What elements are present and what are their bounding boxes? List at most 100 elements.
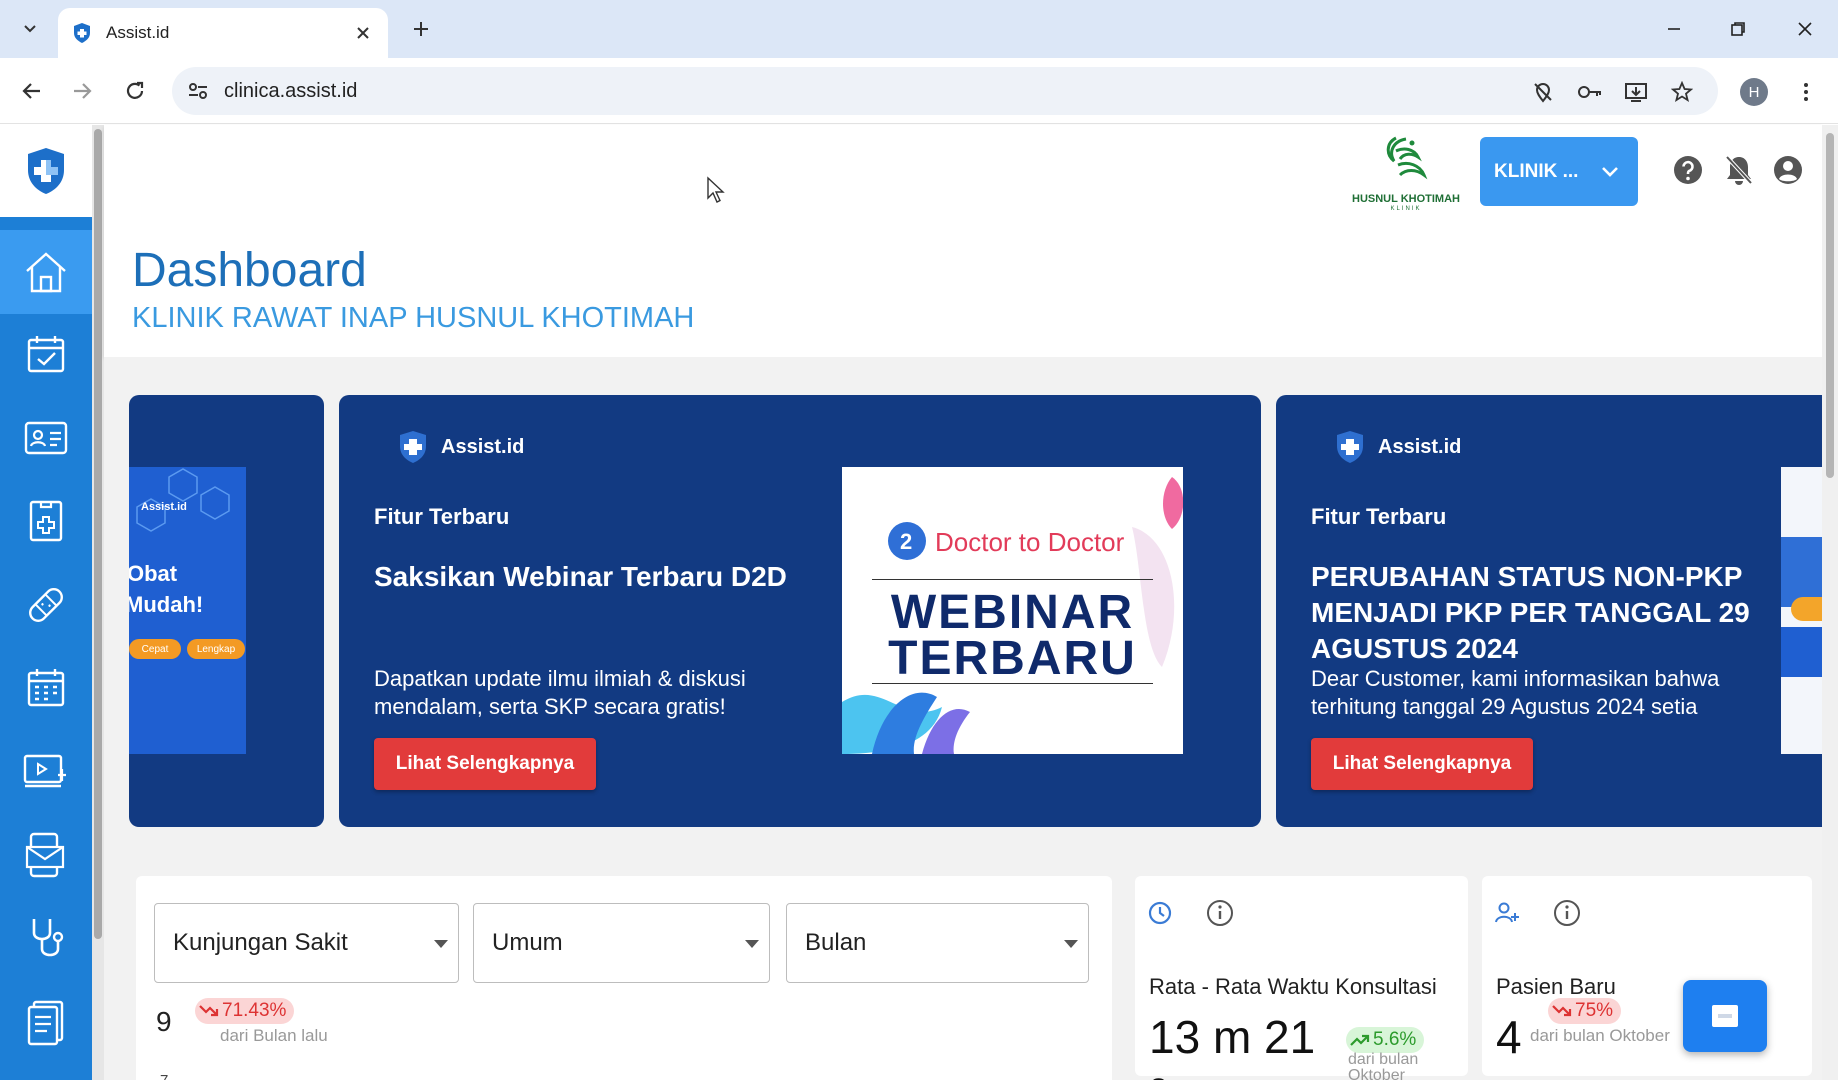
clinic-logo-subtext: KLINIK [1390,206,1422,212]
clipboard-icon [27,1000,64,1046]
clinic-logo-text: HUSNUL KHOTIMAH [1352,193,1460,205]
calendar-grid-icon [27,669,65,707]
notifications-off-icon[interactable] [1722,153,1756,187]
tab-close-icon[interactable] [352,22,374,44]
partial-banner-line1: Obat [129,561,178,586]
browser-toolbar: clinica.assist.id H [0,58,1838,124]
assist-shield-icon [400,431,426,463]
sidebar-scrollbar[interactable] [92,125,104,1080]
webinar-banner-image: 2 Doctor to Doctor WEBINAR TERBARU [842,467,1183,754]
calendar-check-icon [27,336,65,373]
password-key-icon[interactable] [1577,79,1603,105]
help-icon[interactable] [1671,153,1705,187]
visit-trend-value: 71.43% [222,1000,287,1021]
visit-trend-badge: 71.43% [195,998,295,1024]
assist-logo[interactable] [0,125,92,217]
sidebar-item-messages[interactable] [0,813,92,897]
profile-avatar[interactable]: H [1740,78,1768,106]
home-icon [26,252,66,293]
account-icon[interactable] [1771,153,1805,187]
stethoscope-icon [32,919,64,957]
sidebar-item-appointments[interactable] [0,312,92,396]
browser-menu-icon[interactable] [1792,78,1820,106]
trend-up-icon [1350,1034,1370,1046]
app-header: Dashboard KLINIK RAWAT INAP HUSNUL KHOTI… [104,125,1822,357]
tab-search-chevron-icon[interactable] [16,14,44,42]
sidebar-item-reports[interactable] [0,980,92,1064]
category-select[interactable]: Umum [473,903,770,983]
close-window-icon[interactable] [1788,12,1822,46]
clock-icon [1145,898,1175,928]
webinar-image-brand: Doctor to Doctor [935,527,1125,557]
visit-chart-card: Kunjungan Sakit Umum Bulan 9 71.43% dari… [136,876,1112,1080]
banner-carousel: Assist.id Obat Mudah! Cepat Lengkap Assi… [129,395,1822,827]
info-icon[interactable] [1205,898,1235,928]
banner-card-webinar[interactable]: Assist.id Fitur Terbaru Saksikan Webinar… [339,395,1261,827]
partial-banner-line2: Mudah! [129,592,204,617]
sidebar-item-home[interactable] [0,230,92,314]
sidebar-item-treatments[interactable] [0,563,92,647]
page-scrollbar[interactable] [1822,125,1838,1080]
clinic-selector[interactable]: KLINIK ... [1480,137,1638,206]
sidebar-scrollbar-thumb[interactable] [94,129,102,939]
period-select[interactable]: Bulan [786,903,1089,983]
address-bar[interactable]: clinica.assist.id [172,67,1718,115]
sidebar-item-medical-records[interactable] [0,479,92,563]
page-scrollbar-thumb[interactable] [1826,133,1834,478]
id-card-icon [24,421,68,455]
browser-tab[interactable]: Assist.id [58,8,388,58]
webinar-image-line2: TERBARU [888,632,1137,685]
new-patients-trend-value: 75% [1575,1000,1614,1021]
reload-icon[interactable] [119,75,151,107]
consult-time-card: Rata - Rata Waktu Konsultasi 13 m 21 5.6… [1135,876,1468,1080]
dropdown-caret-icon [745,940,759,948]
new-patients-title: Pasien Baru [1496,974,1616,999]
consult-trend-caption: dari bulan Oktober [1348,1051,1419,1080]
forward-arrow-icon[interactable] [66,75,98,107]
banner-more-button[interactable]: Lihat Selengkapnya [1311,738,1533,790]
sidebar-item-telemedicine[interactable] [0,730,92,814]
sidebar-item-schedule[interactable] [0,646,92,730]
info-icon[interactable] [1552,898,1582,928]
sidebar-item-doctors[interactable] [0,897,92,981]
consult-trend-badge: 5.6% [1346,1027,1425,1053]
user-add-icon [1492,898,1522,928]
browser-tab-bar: Assist.id [0,0,1838,58]
new-patients-trend-caption: dari bulan Oktober [1530,1026,1670,1045]
location-off-icon[interactable] [1530,79,1556,105]
bookmark-star-icon[interactable] [1669,79,1695,105]
banner-card-partial[interactable]: Assist.id Obat Mudah! Cepat Lengkap [129,395,324,827]
pkp-banner-image [1781,467,1822,754]
partial-banner-pill-1: Cepat [129,639,181,659]
monitor-icon [23,754,66,788]
restore-icon[interactable] [1721,12,1755,46]
trend-down-icon [1552,1005,1572,1017]
url-text[interactable]: clinica.assist.id [224,80,357,103]
consult-time-value: 13 m 21 [1149,1011,1316,1063]
site-info-icon[interactable] [186,79,210,103]
install-app-icon[interactable] [1623,79,1649,105]
new-patients-value: 4 [1496,1011,1522,1063]
back-arrow-icon[interactable] [16,75,48,107]
banner-brand: Assist.id [1334,429,1461,465]
minimize-icon[interactable] [1657,12,1691,46]
consult-next-value: 2 [1149,1072,1168,1080]
visit-count: 9 [156,1006,172,1037]
page-title: Dashboard [132,244,367,297]
chat-fab-button[interactable] [1683,980,1767,1052]
new-tab-plus-icon[interactable] [406,14,436,44]
trend-down-icon [199,1005,219,1017]
dropdown-caret-icon [434,940,448,948]
chat-window-icon [1712,1005,1738,1027]
visit-type-select[interactable]: Kunjungan Sakit [154,903,459,983]
visit-trend-caption: dari Bulan lalu [220,1026,328,1045]
dashboard-content: Assist.id Obat Mudah! Cepat Lengkap Assi… [104,357,1822,1080]
mouse-cursor-icon [707,176,725,203]
partial-banner-pill-2: Lengkap [187,639,245,659]
consult-trend-value: 5.6% [1373,1029,1417,1050]
banner-card-pkp[interactable]: Assist.id Fitur Terbaru PERUBAHAN STATUS… [1276,395,1822,827]
sidebar [0,125,92,1080]
sidebar-item-patients[interactable] [0,396,92,480]
mail-phone-icon [25,832,65,878]
banner-more-button[interactable]: Lihat Selengkapnya [374,738,596,790]
